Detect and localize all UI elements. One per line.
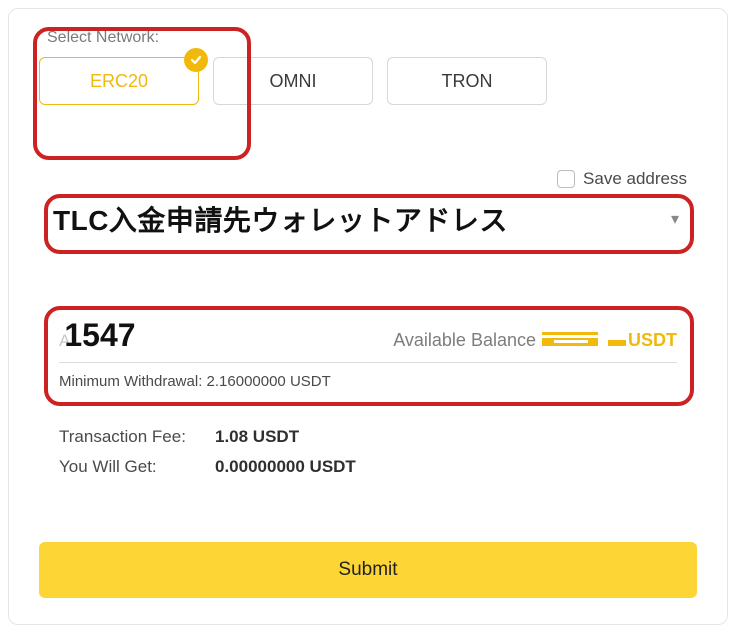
network-tab-label: OMNI bbox=[270, 71, 317, 92]
amount-section: A 1547 Available Balance USDT Minimum Wi… bbox=[59, 317, 677, 390]
submit-button[interactable]: Submit bbox=[39, 542, 697, 598]
minimum-withdrawal-label: Minimum Withdrawal: bbox=[59, 373, 202, 390]
available-balance-redacted-2 bbox=[608, 340, 626, 346]
network-tab-label: ERC20 bbox=[90, 71, 148, 92]
recipient-address-field[interactable]: TLC入金申請先ウォレットアドレス bbox=[53, 199, 671, 239]
transaction-fee-row: Transaction Fee: 1.08 USDT bbox=[59, 427, 677, 447]
network-tab-erc20[interactable]: ERC20 bbox=[39, 57, 199, 105]
network-section: Select Network: ERC20 OMNI TRON bbox=[39, 29, 547, 105]
save-address-row: Save address bbox=[557, 169, 687, 189]
caret-down-icon: ▾ bbox=[671, 209, 679, 229]
you-will-get-label: You Will Get: bbox=[59, 457, 215, 477]
save-address-checkbox[interactable] bbox=[557, 170, 575, 188]
available-balance-redacted bbox=[542, 332, 598, 346]
network-tab-omni[interactable]: OMNI bbox=[213, 57, 373, 105]
address-row[interactable]: TLC入金申請先ウォレットアドレス ▾ bbox=[53, 199, 679, 239]
minimum-withdrawal: Minimum Withdrawal: 2.16000000 USDT bbox=[59, 373, 677, 390]
save-address-label: Save address bbox=[583, 169, 687, 189]
transaction-fee-value: 1.08 USDT bbox=[215, 427, 299, 447]
you-will-get-row: You Will Get: 0.00000000 USDT bbox=[59, 457, 677, 477]
network-tabs: ERC20 OMNI TRON bbox=[39, 57, 547, 105]
amount-line: A 1547 Available Balance USDT bbox=[59, 317, 677, 363]
network-tab-label: TRON bbox=[442, 71, 493, 92]
currency-suffix: USDT bbox=[628, 330, 677, 351]
withdraw-card: Select Network: ERC20 OMNI TRON Save add… bbox=[8, 8, 728, 625]
amount-input[interactable]: 1547 bbox=[64, 317, 135, 354]
minimum-withdrawal-value: 2.16000000 USDT bbox=[207, 373, 331, 390]
check-icon bbox=[184, 48, 208, 72]
fee-rows: Transaction Fee: 1.08 USDT You Will Get:… bbox=[59, 427, 677, 487]
transaction-fee-label: Transaction Fee: bbox=[59, 427, 215, 447]
network-label: Select Network: bbox=[39, 29, 547, 47]
available-balance-label: Available Balance bbox=[393, 330, 542, 351]
you-will-get-value: 0.00000000 USDT bbox=[215, 457, 356, 477]
network-tab-tron[interactable]: TRON bbox=[387, 57, 547, 105]
